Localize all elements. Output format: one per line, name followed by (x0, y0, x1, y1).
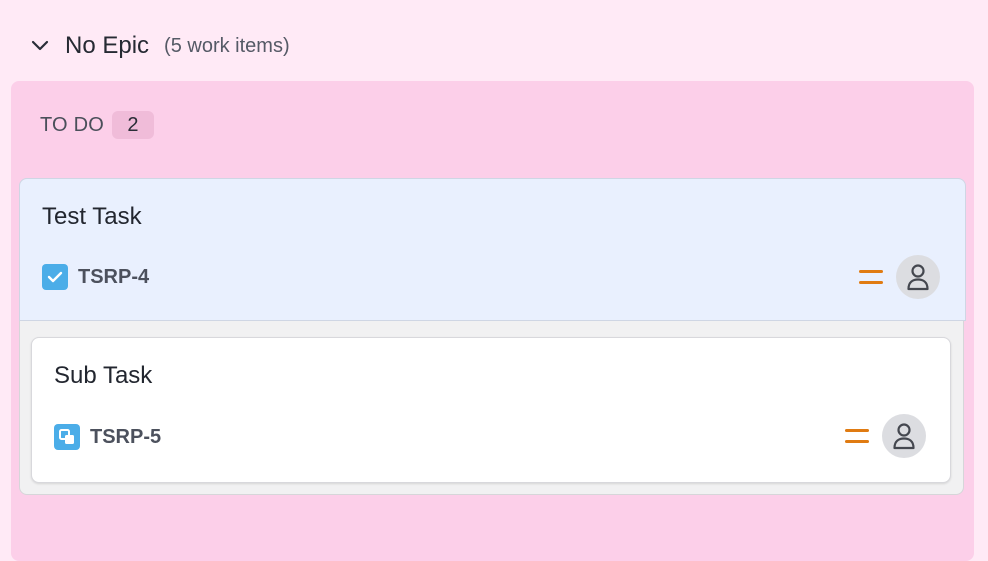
column-title: TO DO (40, 113, 104, 136)
priority-medium-icon (859, 270, 883, 284)
card-meta: TSRP-4 (42, 264, 149, 290)
parent-subtask-group: Test Task TSRP-4 Sub Task TSRP-5 (19, 178, 966, 495)
work-item-card[interactable]: Test Task TSRP-4 (19, 178, 966, 321)
column-count-badge: 2 (111, 111, 154, 139)
column-header: TO DO 2 (40, 111, 154, 139)
work-item-key[interactable]: TSRP-4 (78, 266, 149, 289)
priority-medium-icon (845, 429, 869, 443)
todo-column: TO DO 2 Test Task TSRP-4 Sub Task TSRP-5 (11, 81, 974, 561)
card-meta: TSRP-5 (54, 424, 161, 450)
card-actions (859, 255, 940, 299)
unassigned-user-icon[interactable] (882, 414, 926, 458)
card-title: Test Task (42, 203, 142, 230)
subtask-icon (54, 424, 80, 450)
epic-header[interactable]: No Epic (5 work items) (28, 26, 290, 66)
unassigned-user-icon[interactable] (896, 255, 940, 299)
card-actions (845, 414, 926, 458)
chevron-down-icon[interactable] (28, 34, 52, 58)
work-item-key[interactable]: TSRP-5 (90, 426, 161, 449)
checkbox-task-icon (42, 264, 68, 290)
work-item-card[interactable]: Sub Task TSRP-5 (31, 337, 951, 483)
epic-title: No Epic (65, 32, 150, 59)
card-title: Sub Task (54, 362, 153, 389)
epic-item-count: (5 work items) (164, 34, 290, 57)
